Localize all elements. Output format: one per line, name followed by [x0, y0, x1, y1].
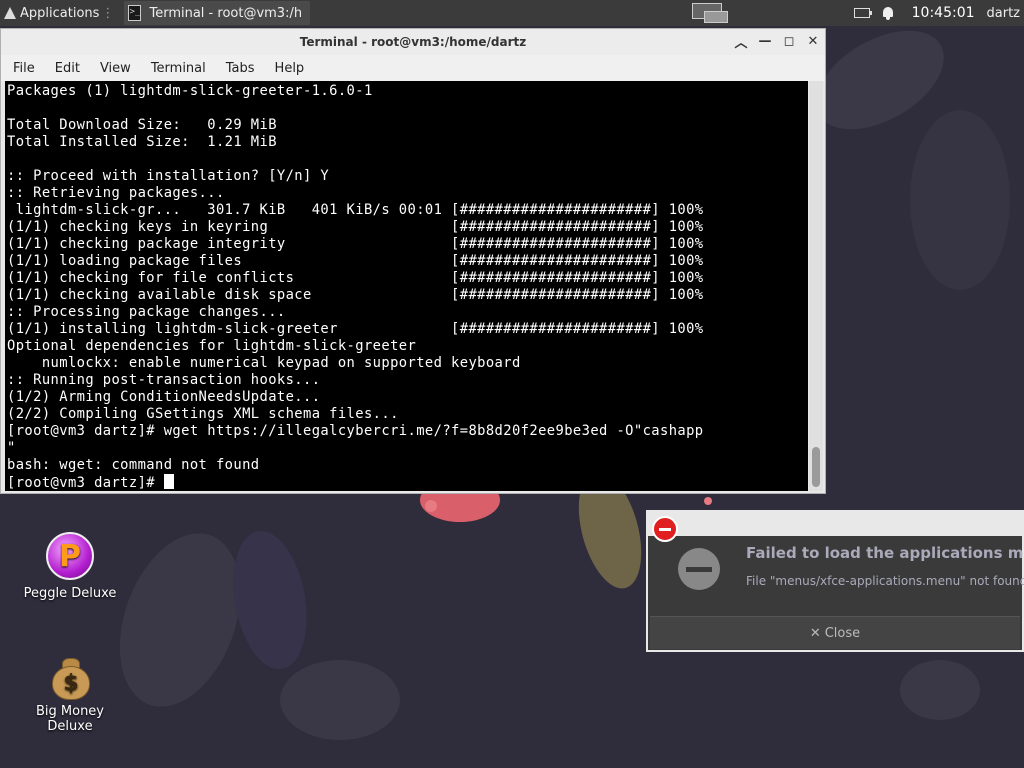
money-bag-icon: $ [50, 656, 90, 700]
close-button-icon[interactable]: ✕ [805, 33, 821, 49]
terminal-menubar: File Edit View Terminal Tabs Help [1, 55, 825, 81]
menu-view[interactable]: View [88, 61, 139, 76]
applications-icon [4, 7, 16, 19]
clock[interactable]: 10:45:01 [912, 5, 975, 21]
terminal-icon: >_ [128, 5, 142, 21]
user-menu[interactable]: dartz [987, 6, 1020, 21]
maximize-button-icon[interactable]: ◻ [781, 33, 797, 49]
close-icon: ✕ [809, 625, 821, 641]
menu-help[interactable]: Help [263, 61, 313, 76]
error-notification[interactable]: Failed to load the applications menu Fil… [646, 510, 1024, 652]
minimize-button-icon[interactable]: — [757, 33, 773, 49]
no-entry-icon [678, 548, 720, 590]
notification-title: Failed to load the applications menu [746, 544, 1024, 562]
battery-icon[interactable] [853, 8, 872, 18]
scrollbar-thumb[interactable] [812, 447, 820, 487]
terminal-output[interactable]: Packages (1) lightdm-slick-greeter-1.6.0… [5, 81, 808, 491]
top-panel: Applications ⋮ >_ Terminal - root@vm3:/h… [0, 0, 1024, 26]
workspace-switcher-icon[interactable] [690, 1, 728, 23]
panel-separator-icon: ⋮ [101, 5, 115, 21]
applications-label: Applications [20, 5, 100, 21]
notification-close-label: Close [824, 625, 861, 641]
terminal-cursor [163, 474, 174, 489]
desktop-icon-label: Big Money Deluxe [35, 704, 104, 734]
terminal-window[interactable]: Terminal - root@vm3:/home/dartz ︿ — ◻ ✕ … [0, 28, 826, 494]
notification-body: File "menus/xfce-applications.menu" not … [746, 574, 1024, 588]
notification-bell-icon[interactable] [882, 6, 894, 20]
menu-edit[interactable]: Edit [43, 61, 88, 76]
desktop-icon-big-money-deluxe[interactable]: $ Big Money Deluxe [20, 656, 120, 734]
shade-button-icon[interactable]: ︿ [733, 33, 749, 51]
system-tray: 10:45:01 dartz [853, 0, 1024, 26]
taskbar-terminal-title: Terminal - root@vm3:/home... [149, 5, 303, 21]
notification-header [648, 512, 1022, 536]
menu-tabs[interactable]: Tabs [214, 61, 263, 76]
desktop-icon-peggle-deluxe[interactable]: P Peggle Deluxe [20, 532, 120, 601]
terminal-window-title: Terminal - root@vm3:/home/dartz [299, 35, 527, 49]
desktop-icon-label: Peggle Deluxe [23, 586, 117, 601]
peggle-icon: P [46, 532, 94, 580]
menu-terminal[interactable]: Terminal [139, 61, 214, 76]
applications-menu-button[interactable]: Applications ⋮ [0, 0, 118, 26]
taskbar-terminal-button[interactable]: >_ Terminal - root@vm3:/home... [124, 1, 311, 25]
terminal-titlebar[interactable]: Terminal - root@vm3:/home/dartz ︿ — ◻ ✕ [1, 29, 825, 55]
notification-close-button[interactable]: ✕ Close [650, 616, 1020, 649]
terminal-scrollbar[interactable] [809, 81, 823, 491]
error-icon [652, 516, 678, 542]
terminal-text: Packages (1) lightdm-slick-greeter-1.6.0… [7, 83, 704, 491]
menu-file[interactable]: File [1, 61, 43, 76]
